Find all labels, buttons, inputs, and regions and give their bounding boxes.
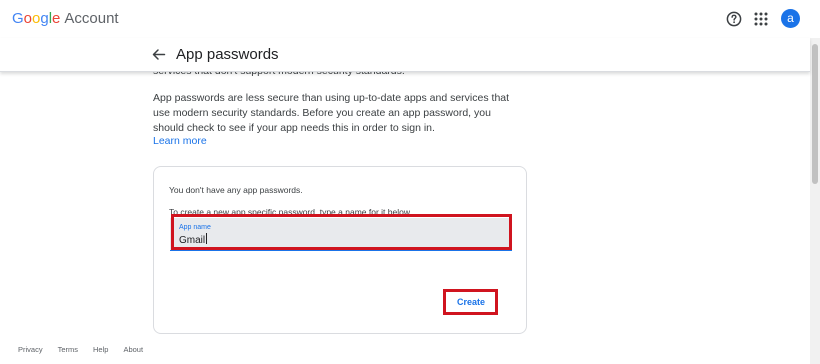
create-button[interactable]: Create <box>446 292 496 312</box>
logo-product-name: Account <box>64 10 119 27</box>
page-title: App passwords <box>176 46 279 63</box>
footer-link-terms[interactable]: Terms <box>58 345 78 354</box>
google-account-logo[interactable]: Google Account <box>12 9 119 29</box>
logo-letter: o <box>23 10 33 27</box>
app-name-label: App name <box>179 224 211 231</box>
footer-link-privacy[interactable]: Privacy <box>18 345 43 354</box>
help-circle-icon[interactable] <box>726 11 742 27</box>
logo-letter: e <box>52 10 61 27</box>
footer-link-about[interactable]: About <box>123 345 143 354</box>
app-name-input[interactable]: App name Gmail <box>170 218 512 251</box>
footer: Privacy Terms Help About <box>18 345 158 355</box>
app-name-value: Gmail <box>179 235 206 246</box>
create-hint: To create a new app specific password, t… <box>169 207 417 217</box>
arrow-left-icon[interactable] <box>151 47 166 62</box>
page-header: App passwords <box>0 38 810 72</box>
logo-letter: g <box>40 10 49 27</box>
logo-letter: G <box>12 10 24 27</box>
scrollbar-thumb[interactable] <box>812 44 818 184</box>
top-bar: Google Account a <box>0 0 820 38</box>
intro-paragraph: App passwords are less secure than using… <box>153 92 510 134</box>
empty-message: You don't have any app passwords. <box>169 185 303 195</box>
learn-more-link[interactable]: Learn more <box>153 134 207 148</box>
account-avatar[interactable]: a <box>781 9 800 28</box>
apps-grid-icon[interactable] <box>754 12 768 26</box>
text-caret <box>206 233 208 244</box>
app-name-value-wrap[interactable]: Gmail <box>179 233 208 247</box>
footer-link-help[interactable]: Help <box>93 345 108 354</box>
